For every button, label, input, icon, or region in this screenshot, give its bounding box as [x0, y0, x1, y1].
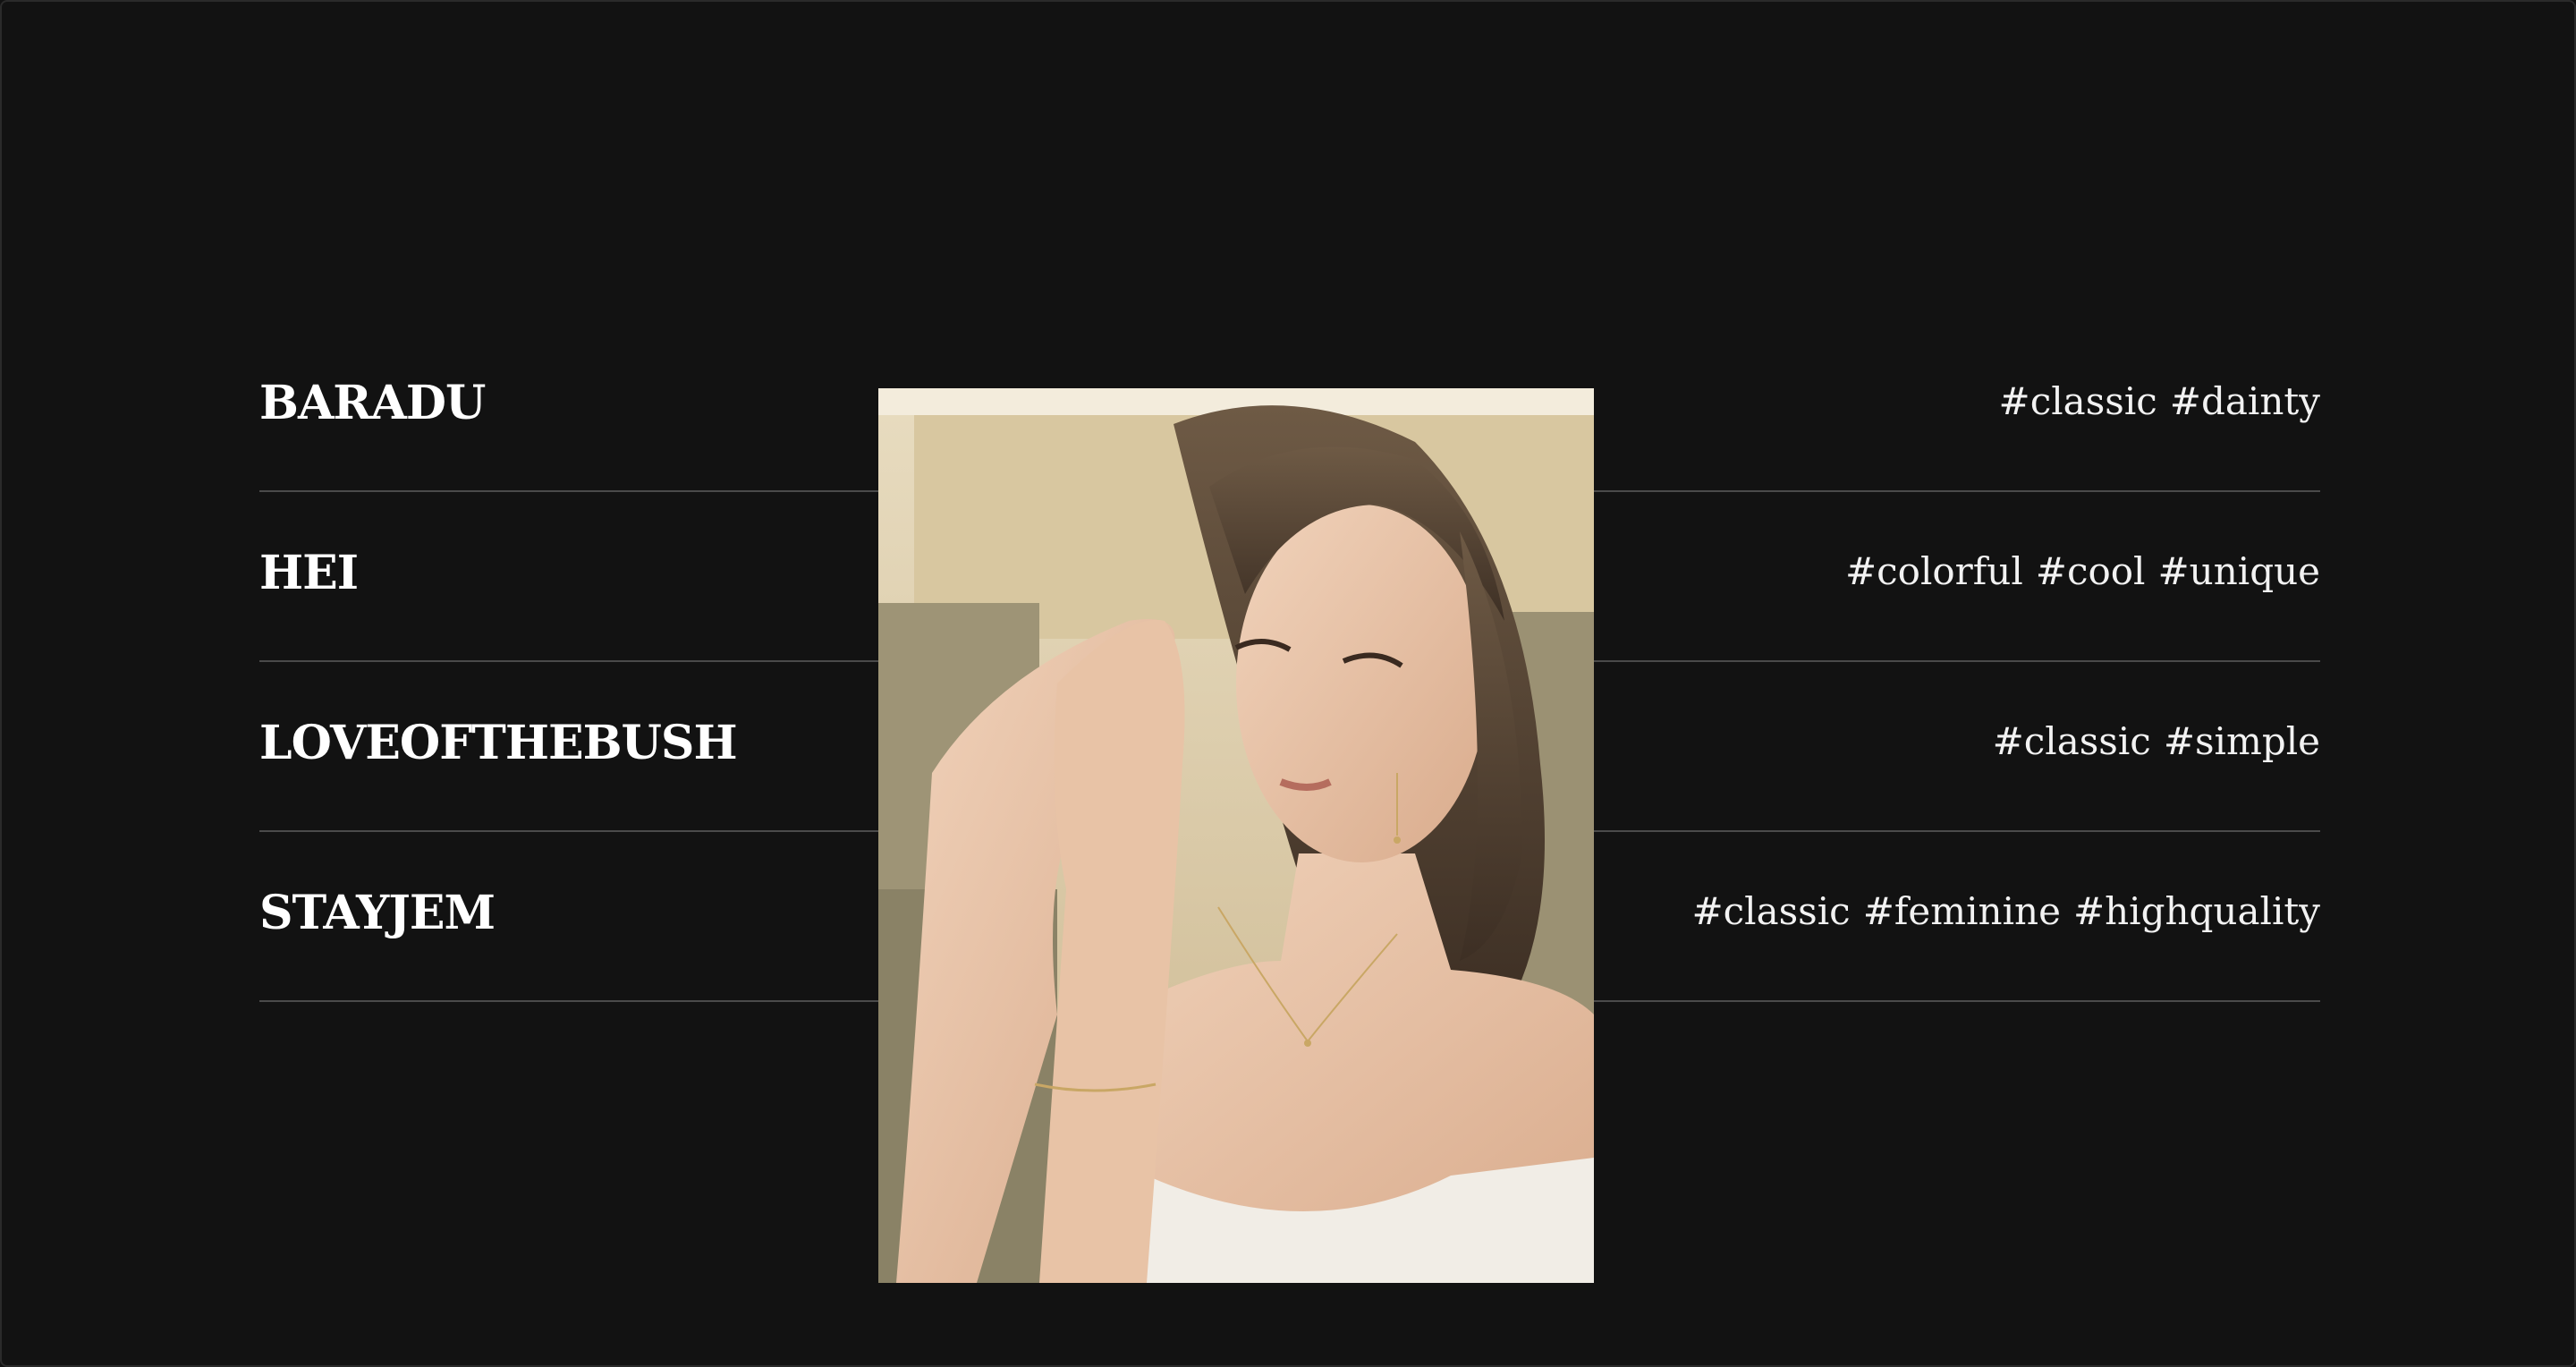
- tag: #simple: [2163, 719, 2320, 763]
- tag: #dainty: [2169, 379, 2320, 423]
- brand-tags: #classic #dainty: [1987, 379, 2320, 423]
- tag: #classic: [1998, 379, 2157, 423]
- tag: #feminine: [1862, 889, 2061, 933]
- brand-tags: #classic #simple: [1980, 719, 2320, 763]
- portrait-photo: [878, 388, 1594, 1283]
- brand-tags: #colorful #cool #unique: [1833, 549, 2320, 593]
- tag: #highquality: [2072, 889, 2320, 933]
- brand-name[interactable]: LOVEOFTHEBUSH: [259, 716, 738, 770]
- portrait-illustration: [878, 388, 1594, 1283]
- tag: #unique: [2157, 549, 2320, 593]
- tag: #classic: [1992, 719, 2151, 763]
- tag: #classic: [1691, 889, 1851, 933]
- brand-tags: #classic #feminine #highquality: [1679, 889, 2320, 933]
- tag: #colorful: [1844, 549, 2023, 593]
- brand-name[interactable]: HEI: [259, 546, 359, 600]
- brand-name[interactable]: BARADU: [259, 376, 486, 430]
- brand-name[interactable]: STAYJEM: [259, 886, 496, 940]
- tag: #cool: [2035, 549, 2146, 593]
- page: BARADU #classic #dainty HEI #colorful #coo…: [0, 0, 2576, 1367]
